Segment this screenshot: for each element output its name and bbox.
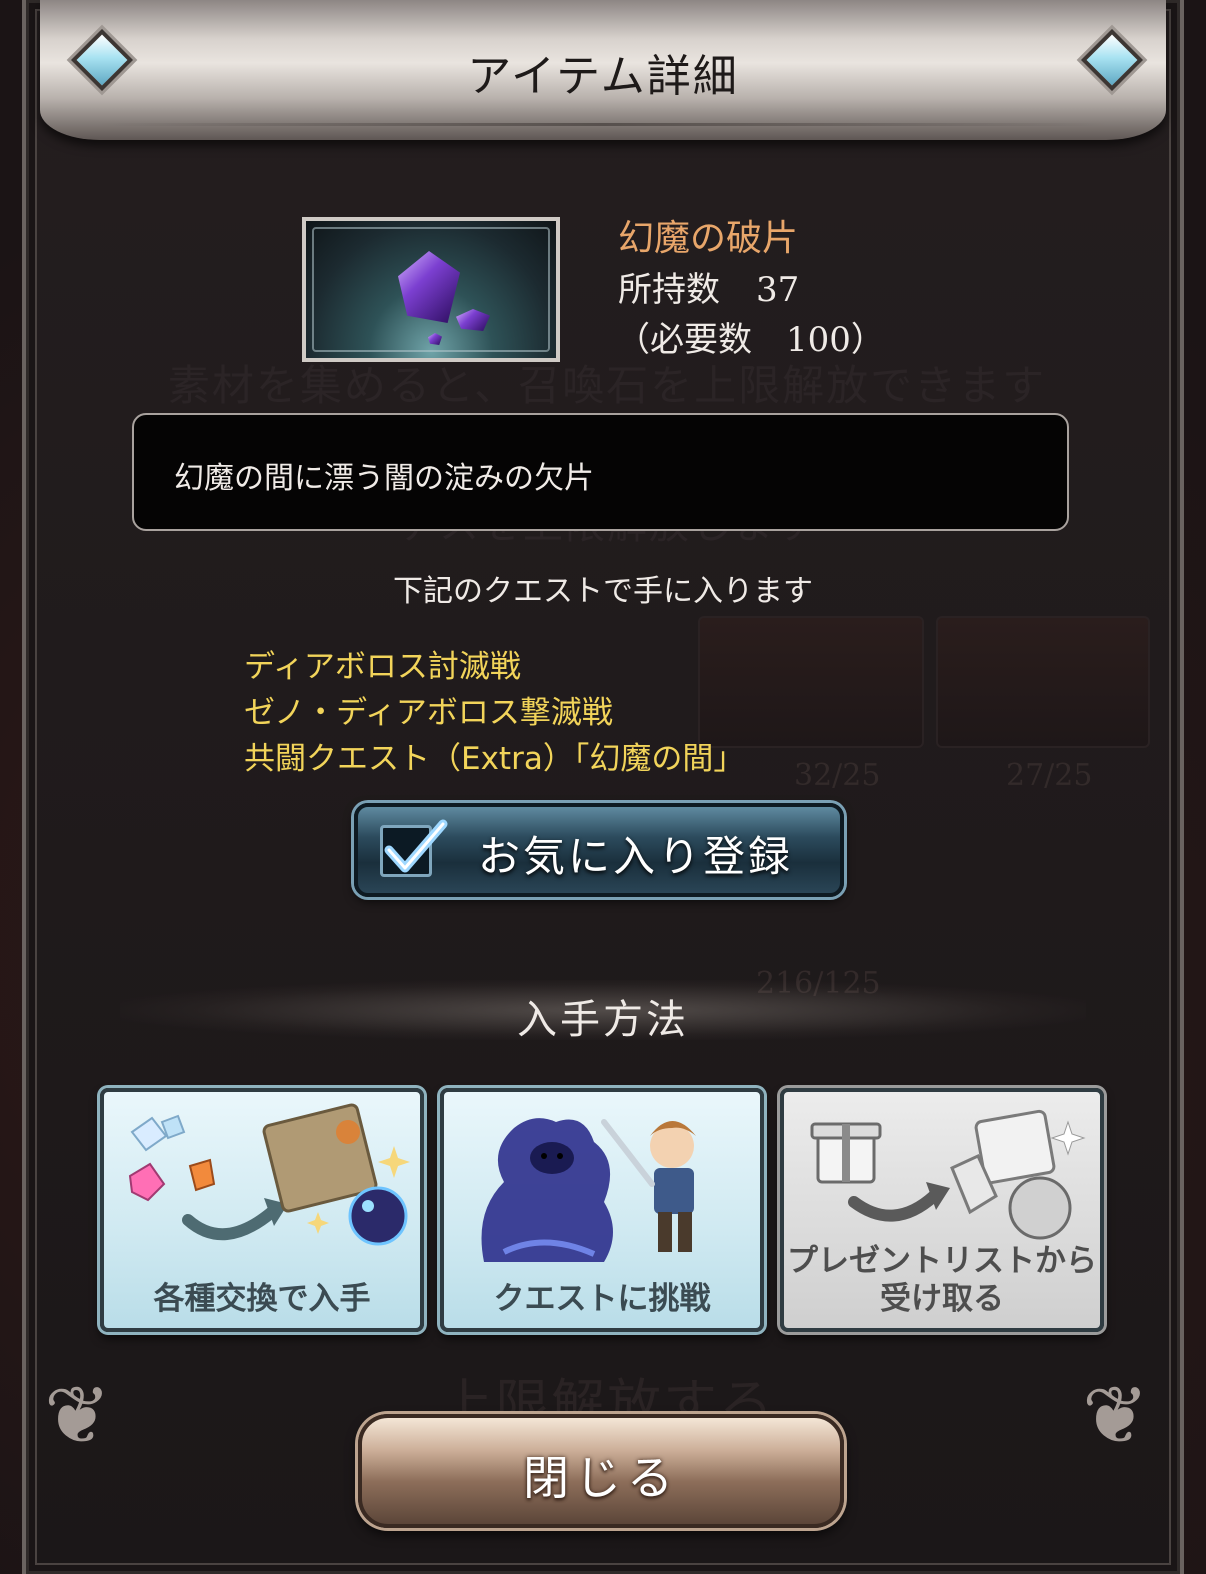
dialog-title: アイテム詳細 <box>467 51 739 102</box>
exchange-card-label: 各種交換で入手 <box>153 1281 371 1317</box>
close-button[interactable]: 閉じる <box>358 1414 844 1528</box>
scroll-ornament-icon: ❦ <box>44 1369 112 1462</box>
background-count: 32/25 <box>794 758 881 793</box>
owned-label: 所持数 <box>618 270 720 310</box>
present-box-icon <box>810 1109 1086 1240</box>
background-hint-text: 素材を集めると、召喚石を上限解放できます <box>167 361 1047 410</box>
item-description: 幻魔の間に漂う闇の淀みの欠片 <box>174 461 594 496</box>
required-count-row: （必要数 100） <box>616 312 885 361</box>
required-count: 100 <box>786 320 851 360</box>
quest-challenge-card-button[interactable]: クエストに挑戦 <box>440 1088 764 1332</box>
owned-count: 37 <box>756 270 800 310</box>
favorite-label: お気に入り登録 <box>478 832 794 881</box>
required-close: ） <box>850 320 885 360</box>
exchange-card-button[interactable]: 各種交換で入手 <box>100 1088 424 1332</box>
present-list-card-button[interactable]: プレゼントリストから 受け取る <box>780 1088 1104 1332</box>
exchange-icon <box>128 1103 410 1246</box>
quest-challenge-card-label: クエストに挑戦 <box>493 1281 711 1317</box>
checkmark-icon <box>384 819 448 873</box>
quest-item: 共闘クエスト（Extra）「幻魔の間」 <box>244 741 745 777</box>
quest-intro-text: 下記のクエストで手に入ります <box>393 574 813 609</box>
scroll-ornament-icon: ❦ <box>1082 1369 1150 1462</box>
background-material-slot <box>936 616 1150 748</box>
present-list-card-label: プレゼントリストから 受け取る <box>784 1242 1100 1318</box>
item-description-box: 幻魔の間に漂う闇の淀みの欠片 <box>132 413 1069 531</box>
present-list-label-line1: プレゼントリストから <box>787 1243 1097 1279</box>
item-thumbnail <box>302 217 560 362</box>
quest-list: ディアボロス討滅戦 ゼノ・ディアボロス撃滅戦 共闘クエスト（Extra）「幻魔の… <box>244 644 744 782</box>
acquisition-heading: 入手方法 <box>517 997 689 1043</box>
favorite-register-button[interactable]: お気に入り登録 <box>354 803 844 897</box>
quest-item: ゼノ・ディアボロス撃滅戦 <box>244 695 613 731</box>
item-name: 幻魔の破片 <box>618 218 799 259</box>
quest-battle-icon <box>481 1118 696 1262</box>
close-button-label: 閉じる <box>523 1451 679 1505</box>
favorite-checkbox[interactable] <box>380 819 448 877</box>
owned-count-row: 所持数 37 <box>618 262 799 311</box>
item-detail-dialog: 素材を集めると、召喚石を上限解放できます デスを上限解放します 32/25 27… <box>22 0 1184 1574</box>
quest-item: ディアボロス討滅戦 <box>244 649 521 685</box>
present-list-label-line2: 受け取る <box>880 1281 1004 1317</box>
background-count: 27/25 <box>1006 758 1093 793</box>
required-label: （必要数 <box>616 320 752 360</box>
